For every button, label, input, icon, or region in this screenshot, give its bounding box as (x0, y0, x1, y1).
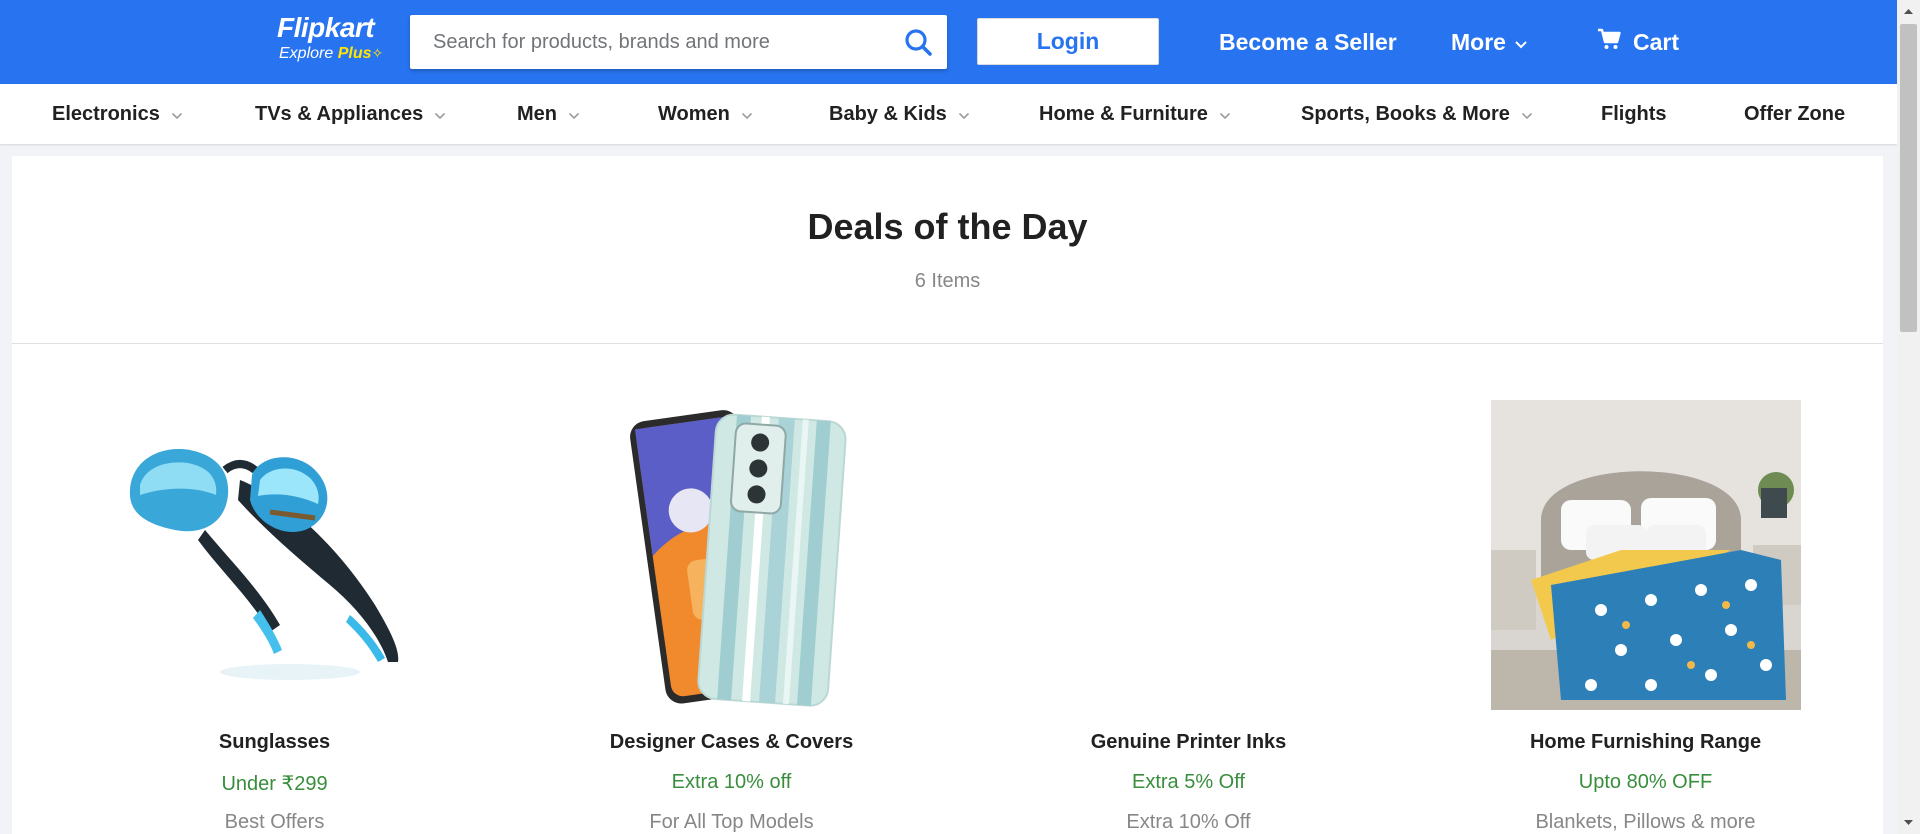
chevron-down-icon (171, 103, 183, 126)
deal-item-offer: Under ₹299 (221, 773, 328, 795)
become-seller-label: Become a Seller (1219, 28, 1397, 55)
deal-item-desc: Blankets, Pillows & more (1535, 811, 1756, 833)
top-header: Flipkart Explore Plus✧ Login Become a Se… (0, 0, 1897, 84)
scroll-up-arrow-icon[interactable] (1897, 0, 1920, 23)
deal-item-name: Genuine Printer Inks (1090, 731, 1287, 753)
deals-header: Deals of the Day 6 Items (12, 156, 1883, 344)
deal-item-home-furnishing[interactable]: Home Furnishing Range Upto 80% OFF Blank… (1417, 344, 1874, 834)
search-button[interactable] (903, 27, 935, 59)
category-label: Women (658, 102, 730, 125)
chevron-down-icon (1219, 103, 1231, 126)
more-menu[interactable]: More (1451, 22, 1528, 62)
category-home-furniture[interactable]: Home & Furniture (1039, 84, 1231, 144)
logo-text: Flipkart (277, 12, 375, 43)
category-label: Offer Zone (1744, 102, 1846, 125)
flipkart-logo[interactable]: Flipkart Explore Plus✧ (277, 12, 397, 68)
logo-plus-text: Plus (337, 45, 372, 62)
more-label: More (1451, 28, 1506, 55)
cart-icon (1597, 27, 1621, 57)
logo-explore-text: Explore (279, 45, 334, 62)
search-input[interactable] (410, 15, 890, 69)
chevron-down-icon (434, 103, 446, 126)
scroll-down-arrow-icon[interactable] (1897, 811, 1920, 834)
logo-subtext: Explore Plus✧ (279, 44, 397, 63)
deal-item-desc: Extra 10% Off (1126, 811, 1251, 833)
category-flights[interactable]: Flights (1601, 84, 1667, 144)
deals-of-the-day-section: Deals of the Day 6 Items Sunglasses Unde… (12, 156, 1883, 834)
login-button[interactable]: Login (977, 18, 1159, 65)
deals-item-count: 6 Items (914, 270, 981, 292)
deal-item-desc: Best Offers (224, 811, 325, 833)
chevron-down-icon (568, 103, 580, 126)
printer-ink-image (1034, 400, 1344, 710)
category-label: Men (517, 102, 557, 125)
cart-label: Cart (1633, 28, 1680, 55)
deal-item-designer-cases[interactable]: Designer Cases & Covers Extra 10% off Fo… (503, 344, 960, 834)
category-women[interactable]: Women (658, 84, 753, 144)
category-tvs-appliances[interactable]: TVs & Appliances (255, 84, 446, 144)
deal-item-offer: Upto 80% OFF (1578, 771, 1713, 793)
deals-title: Deals of the Day (807, 206, 1088, 247)
category-men[interactable]: Men (517, 84, 580, 144)
category-label: Electronics (52, 102, 160, 125)
category-label: Flights (1601, 102, 1667, 125)
search-box (410, 15, 947, 69)
chevron-down-icon (741, 103, 753, 126)
category-label: Baby & Kids (829, 102, 947, 125)
deal-item-desc: For All Top Models (649, 811, 814, 833)
plus-star-icon: ✧ (371, 45, 384, 61)
deal-item-name: Home Furnishing Range (1529, 731, 1762, 753)
category-label: Sports, Books & More (1301, 102, 1510, 125)
category-offer-zone[interactable]: Offer Zone (1744, 84, 1845, 144)
search-icon (905, 29, 932, 56)
category-label: Home & Furniture (1039, 102, 1208, 125)
deal-item-printer-inks[interactable]: Genuine Printer Inks Extra 5% Off Extra … (960, 344, 1417, 834)
category-nav: Electronics TVs & Appliances Men Women B… (0, 84, 1897, 144)
become-seller-link[interactable]: Become a Seller (1219, 22, 1397, 62)
deal-item-offer: Extra 5% Off (1131, 771, 1245, 793)
category-label: TVs & Appliances (255, 102, 424, 125)
deal-item-offer: Extra 10% off (671, 771, 792, 793)
deal-item-name: Designer Cases & Covers (609, 731, 854, 753)
chevron-down-icon (958, 103, 970, 126)
deal-item-name: Sunglasses (218, 731, 331, 753)
category-electronics[interactable]: Electronics (52, 84, 183, 144)
bedding-image (1490, 400, 1801, 710)
scrollbar-thumb[interactable] (1900, 24, 1917, 332)
category-sports-books-more[interactable]: Sports, Books & More (1301, 84, 1533, 144)
chevron-down-icon (1521, 103, 1533, 126)
cart-link[interactable]: Cart (1597, 22, 1679, 62)
phone-case-image (576, 400, 887, 710)
page-scrollbar[interactable] (1897, 0, 1920, 834)
category-baby-kids[interactable]: Baby & Kids (829, 84, 970, 144)
sunglasses-image (119, 400, 430, 710)
deal-item-sunglasses[interactable]: Sunglasses Under ₹299 Best Offers (46, 344, 503, 834)
chevron-down-icon (1514, 29, 1528, 56)
